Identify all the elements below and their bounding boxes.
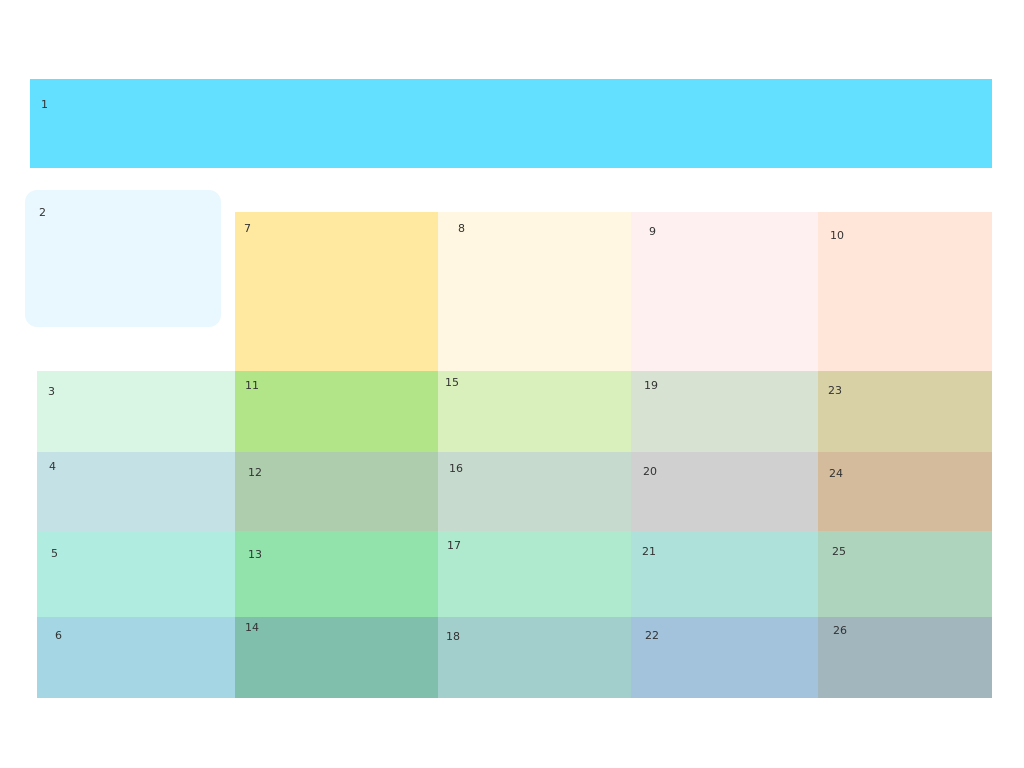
grid-cell-label: 14: [245, 621, 259, 634]
grid-cell-label: 16: [449, 462, 463, 475]
grid-cell-label: 12: [248, 466, 262, 479]
grid-cell: 19: [631, 371, 818, 452]
top-cell: 7: [235, 212, 438, 371]
row-label-cell: 3: [37, 371, 235, 452]
top-cell: 10: [818, 212, 992, 371]
header-bar: 1: [30, 79, 992, 168]
grid-cell-label: 21: [642, 545, 656, 558]
row-label-cell: 5: [37, 531, 235, 617]
grid-cell-label: 13: [248, 548, 262, 561]
grid-cell-label: 17: [447, 539, 461, 552]
row-label: 4: [49, 460, 56, 473]
row-label: 5: [51, 547, 58, 560]
grid-cell: 23: [818, 371, 992, 452]
grid-cell-label: 19: [644, 379, 658, 392]
top-cell-label: 10: [830, 229, 844, 242]
grid-cell-label: 18: [446, 630, 460, 643]
sidebar-card-label: 2: [39, 206, 46, 219]
grid-cell: 16: [438, 452, 631, 531]
row-label-cell: 4: [37, 452, 235, 531]
grid-cell-label: 25: [832, 545, 846, 558]
grid-cell: 21: [631, 531, 818, 617]
top-cell-label: 7: [244, 222, 251, 235]
grid-cell: 18: [438, 617, 631, 698]
row-label: 3: [48, 385, 55, 398]
row-label: 6: [55, 629, 62, 642]
grid-cell-label: 24: [829, 467, 843, 480]
grid-cell: 25: [818, 531, 992, 617]
top-cell-label: 8: [458, 222, 465, 235]
grid-cell: 26: [818, 617, 992, 698]
grid-cell-label: 20: [643, 465, 657, 478]
grid-cell-label: 15: [445, 376, 459, 389]
grid-cell: 13: [235, 531, 438, 617]
grid-cell: 17: [438, 531, 631, 617]
grid-cell: 24: [818, 452, 992, 531]
grid-cell: 11: [235, 371, 438, 452]
header-label: 1: [41, 98, 48, 111]
grid-cell-label: 11: [245, 379, 259, 392]
grid-cell: 15: [438, 371, 631, 452]
grid-cell: 14: [235, 617, 438, 698]
top-cell: 9: [631, 212, 818, 371]
grid-cell-label: 22: [645, 629, 659, 642]
row-label-cell: 6: [37, 617, 235, 698]
top-cell-label: 9: [649, 225, 656, 238]
top-cell: 8: [438, 212, 631, 371]
grid-cell: 20: [631, 452, 818, 531]
grid-cell: 22: [631, 617, 818, 698]
sidebar-card: 2: [25, 190, 221, 327]
grid-cell: 12: [235, 452, 438, 531]
grid-cell-label: 26: [833, 624, 847, 637]
grid-cell-label: 23: [828, 384, 842, 397]
